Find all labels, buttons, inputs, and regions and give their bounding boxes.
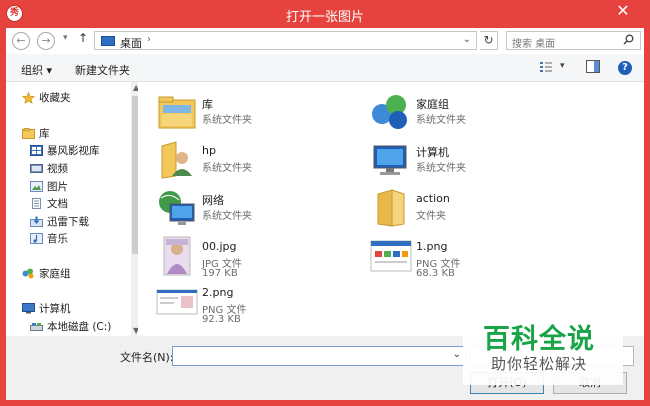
sidebar-item-music[interactable]: 音乐 — [30, 231, 68, 247]
up-button[interactable]: ↑ — [78, 31, 88, 45]
view-menu-dropdown[interactable]: ▾ — [560, 61, 565, 71]
search-placeholder: 搜索 桌面 — [512, 39, 556, 50]
image-thumbnail — [156, 236, 198, 276]
sidebar-item-libraries[interactable]: 库 — [22, 126, 50, 142]
refresh-button[interactable]: ↻ — [480, 31, 498, 50]
sidebar-item-xunlei-downloads[interactable]: 迅雷下载 — [30, 214, 89, 230]
user-folder-icon — [156, 140, 198, 180]
search-box[interactable]: 搜索 桌面 — [506, 31, 641, 50]
breadcrumb-desktop[interactable]: 桌面 — [120, 35, 142, 51]
title-bar: 秀 打开一张图片 ✕ — [0, 0, 650, 28]
sidebar-item-favorites[interactable]: 收藏夹 — [21, 90, 71, 106]
new-folder-button[interactable]: 新建文件夹 — [75, 62, 130, 78]
back-button[interactable]: ← — [12, 32, 30, 50]
file-item-libraries[interactable]: 库 系统文件夹 — [156, 90, 366, 134]
desktop-folder-icon — [101, 36, 115, 46]
preview-pane-icon[interactable] — [586, 60, 600, 76]
watermark-subtitle: 助你轻松解决 — [491, 355, 588, 373]
library-folder-icon — [156, 92, 198, 132]
navigation-bar: ← → ▾ ↑ 桌面 › ⌄ ↻ 搜索 桌面 — [6, 28, 644, 54]
homegroup-icon — [22, 268, 35, 279]
folder-icon — [370, 188, 412, 228]
file-item-2-png[interactable]: 2.png PNG 文件 92.3 KB — [156, 280, 366, 325]
music-icon — [30, 233, 43, 244]
filename-input[interactable]: ⌄ — [172, 346, 466, 366]
sidebar-item-videos[interactable]: 视频 — [30, 161, 68, 177]
sidebar-item-documents[interactable]: 文档 — [30, 196, 68, 212]
library-icon — [22, 128, 35, 139]
navigation-pane: 收藏夹 库 暴风影视库 视频 图片 文档 迅雷下载 音乐 家庭组 计算机 本地磁… — [6, 82, 138, 336]
file-item-homegroup[interactable]: 家庭组 系统文件夹 — [370, 90, 580, 134]
view-options-icon[interactable] — [539, 60, 553, 77]
scrollbar-thumb[interactable] — [132, 96, 138, 254]
file-item-computer[interactable]: 计算机 系统文件夹 — [370, 138, 580, 182]
pictures-icon — [30, 181, 43, 192]
filename-label: 文件名(N): — [120, 351, 174, 364]
computer-icon — [22, 303, 35, 314]
recent-locations-button[interactable]: ▾ — [63, 33, 68, 43]
file-item-00-jpg[interactable]: 00.jpg JPG 文件 197 KB — [156, 234, 366, 279]
scroll-down-icon[interactable]: ▼ — [133, 326, 138, 335]
scroll-up-icon[interactable]: ▲ — [133, 83, 138, 92]
sidebar-scrollbar[interactable]: ▲ ▼ — [131, 82, 138, 336]
organize-menu[interactable]: 组织 ▾ — [21, 62, 52, 78]
filename-dropdown-icon[interactable]: ⌄ — [453, 349, 461, 360]
image-thumbnail — [370, 236, 412, 276]
address-dropdown-icon[interactable]: ⌄ — [463, 34, 471, 45]
command-toolbar: 组织 ▾ 新建文件夹 ▾ ? — [6, 54, 644, 82]
homegroup-icon — [370, 92, 412, 132]
star-icon — [21, 91, 36, 104]
video-library-icon — [30, 145, 43, 156]
network-icon — [156, 188, 198, 228]
file-list: 库 系统文件夹 家庭组 系统文件夹 hp 系统文件夹 计算机 系统文件夹 网络 … — [140, 82, 644, 336]
file-item-action[interactable]: action 文件夹 — [370, 186, 580, 230]
video-icon — [30, 163, 43, 174]
drive-icon — [30, 321, 43, 332]
search-icon[interactable] — [623, 34, 634, 48]
download-icon — [30, 216, 43, 227]
help-icon[interactable]: ? — [618, 61, 632, 75]
sidebar-item-computer[interactable]: 计算机 — [22, 301, 71, 317]
documents-icon — [30, 198, 43, 209]
sidebar-item-pictures[interactable]: 图片 — [30, 179, 68, 195]
image-thumbnail — [156, 282, 198, 322]
address-bar[interactable]: 桌面 › ⌄ — [94, 31, 477, 50]
file-item-network[interactable]: 网络 系统文件夹 — [156, 186, 366, 230]
forward-button[interactable]: → — [37, 32, 55, 50]
window-title: 打开一张图片 — [285, 10, 364, 25]
watermark-title: 百科全说 — [483, 324, 595, 355]
file-item-hp[interactable]: hp 系统文件夹 — [156, 138, 366, 182]
close-button[interactable]: ✕ — [604, 0, 642, 22]
sidebar-item-local-disk-c[interactable]: 本地磁盘 (C:) — [30, 319, 111, 335]
file-item-1-png[interactable]: 1.png PNG 文件 68.3 KB — [370, 234, 580, 279]
sidebar-item-homegroup[interactable]: 家庭组 — [22, 266, 71, 282]
sidebar-item-storm-video-library[interactable]: 暴风影视库 — [30, 143, 100, 159]
computer-icon — [370, 140, 412, 180]
breadcrumb-separator-icon[interactable]: › — [147, 34, 151, 45]
watermark-logo: 百科全说 助你轻松解决 — [463, 311, 623, 385]
